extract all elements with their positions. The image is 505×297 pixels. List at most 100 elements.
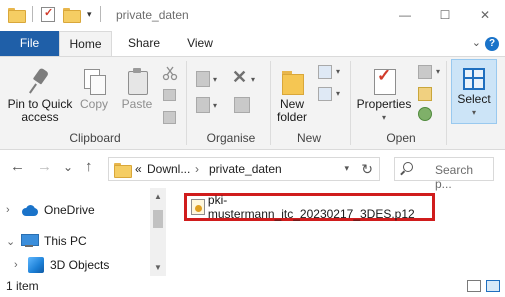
divider xyxy=(446,61,447,145)
properties-icon xyxy=(371,67,397,95)
easy-access-icon[interactable] xyxy=(318,87,332,101)
new-group-label: New xyxy=(296,131,321,145)
breadcrumb-private-daten[interactable]: private_daten xyxy=(209,162,282,176)
scroll-up-icon[interactable]: ▲ xyxy=(154,192,162,201)
properties-label: Properties xyxy=(356,97,412,111)
copy-button[interactable]: Copy xyxy=(76,67,112,111)
help-icon[interactable]: ? xyxy=(485,37,499,51)
address-dropdown-chevron-icon[interactable]: ▾ xyxy=(344,163,349,174)
select-label: Select xyxy=(457,92,491,106)
move-to-icon[interactable] xyxy=(196,71,210,87)
ribbon-tabs: File Home Share View ⌄ ? xyxy=(0,31,505,57)
details-view-icon[interactable] xyxy=(467,280,481,292)
divider xyxy=(186,61,187,145)
pc-icon xyxy=(20,234,39,248)
large-icons-view-icon[interactable] xyxy=(486,280,500,292)
properties-chevron-icon[interactable]: ▾ xyxy=(354,111,414,124)
folder-icon[interactable] xyxy=(8,7,26,23)
copy-label: Copy xyxy=(79,97,108,111)
item-count: 1 item xyxy=(6,279,39,293)
tree-item-label: 3D Objects xyxy=(50,258,110,272)
expand-chevron-icon[interactable]: ⌄ xyxy=(6,235,20,248)
recent-locations-chevron-icon[interactable]: ⌄ xyxy=(63,160,73,174)
expand-chevron-icon[interactable]: › xyxy=(6,204,20,216)
properties-icon[interactable] xyxy=(41,6,55,22)
navigation-bar: ← → ⌄ ↑ « Downl... › private_daten ▾ ↻ S… xyxy=(0,150,505,191)
new-item-chevron-icon[interactable]: ▾ xyxy=(336,67,340,76)
file-name: pki-mustermann_itc_20230217_3DES.p12 xyxy=(207,193,415,221)
easy-access-chevron-icon[interactable]: ▾ xyxy=(336,89,340,98)
expand-ribbon-chevron-icon[interactable]: ⌄ xyxy=(472,36,481,49)
new-folder-icon[interactable] xyxy=(63,7,81,23)
tab-home[interactable]: Home xyxy=(59,31,112,57)
select-chevron-icon: ▾ xyxy=(471,108,476,117)
tree-item-3d-objects[interactable]: › 3D Objects xyxy=(14,255,109,275)
tree-item-this-pc[interactable]: ⌄ This PC xyxy=(6,231,87,251)
folder-icon xyxy=(114,163,132,178)
tree-item-onedrive[interactable]: › OneDrive xyxy=(6,200,95,220)
copy-to-chevron-icon[interactable]: ▾ xyxy=(213,101,217,110)
clipboard-group-label: Clipboard xyxy=(69,131,121,145)
certificate-icon xyxy=(191,199,205,215)
select-button-inner: Select ▾ xyxy=(451,68,497,119)
pin-icon xyxy=(27,67,53,95)
cut-icon[interactable] xyxy=(162,65,178,81)
tab-view[interactable]: View xyxy=(174,31,226,56)
status-bar: 1 item xyxy=(0,276,505,297)
properties-button[interactable]: Properties ▾ xyxy=(354,67,414,124)
tree-item-label: OneDrive xyxy=(44,203,95,217)
pin-label: Pin to Quick access xyxy=(7,97,73,124)
new-item-icon[interactable] xyxy=(318,65,332,79)
organise-group-label: Organise xyxy=(206,131,256,145)
refresh-icon[interactable]: ↻ xyxy=(361,161,373,178)
copy-path-icon[interactable] xyxy=(163,89,176,101)
pin-to-quick-access-button[interactable]: Pin to Quick access xyxy=(4,67,76,124)
paste-icon xyxy=(125,67,149,95)
paste-shortcut-icon[interactable] xyxy=(163,111,176,124)
quick-access-toolbar: ▾ xyxy=(8,6,101,23)
open-group-label: Open xyxy=(386,131,416,145)
new-folder-icon xyxy=(280,67,304,95)
navigation-pane: › OneDrive ⌄ This PC › 3D Objects xyxy=(0,186,166,276)
cloud-icon xyxy=(20,204,38,216)
open-chevron-icon[interactable]: ▾ xyxy=(436,67,440,76)
tree-item-label: This PC xyxy=(44,234,87,248)
paste-label: Paste xyxy=(121,97,153,111)
scroll-down-icon[interactable]: ▼ xyxy=(154,263,162,272)
maximize-button[interactable]: ☐ xyxy=(425,0,465,30)
rename-icon[interactable] xyxy=(234,97,250,113)
search-input[interactable]: Search p... xyxy=(394,157,494,191)
copy-to-icon[interactable] xyxy=(196,97,210,113)
edit-icon[interactable] xyxy=(418,87,432,101)
window-controls: — ☐ ✕ xyxy=(385,0,505,30)
customize-qat-chevron-icon[interactable]: ▾ xyxy=(87,9,92,20)
open-icon[interactable] xyxy=(418,65,432,79)
forward-button[interactable]: → xyxy=(37,158,52,175)
file-list: pki-mustermann_itc_20230217_3DES.p12 xyxy=(170,186,505,276)
delete-icon[interactable]: ✕ xyxy=(232,67,248,87)
address-bar[interactable]: « Downl... › private_daten ▾ ↻ xyxy=(108,157,380,181)
close-button[interactable]: ✕ xyxy=(465,0,505,30)
ribbon: Pin to Quick access Copy Paste Clipboard… xyxy=(0,56,505,150)
history-icon[interactable] xyxy=(418,107,432,121)
navigation-scrollbar[interactable]: ▲ ▼ xyxy=(150,188,166,276)
back-button[interactable]: ← xyxy=(10,158,25,175)
new-folder-button[interactable]: New folder xyxy=(274,67,310,124)
move-to-chevron-icon[interactable]: ▾ xyxy=(213,75,217,84)
delete-chevron-icon[interactable]: ▾ xyxy=(251,75,255,84)
list-item[interactable]: pki-mustermann_itc_20230217_3DES.p12 xyxy=(184,193,435,221)
expand-chevron-icon[interactable]: › xyxy=(14,259,28,271)
scrollbar-thumb[interactable] xyxy=(153,210,163,228)
divider xyxy=(270,61,271,145)
minimize-button[interactable]: — xyxy=(385,0,425,30)
tab-file[interactable]: File xyxy=(0,31,59,56)
divider xyxy=(350,61,351,145)
breadcrumb-downloads[interactable]: Downl... xyxy=(147,162,190,176)
breadcrumb-overflow[interactable]: « xyxy=(135,162,142,176)
divider xyxy=(32,6,33,22)
tab-share[interactable]: Share xyxy=(119,31,169,56)
up-button[interactable]: ↑ xyxy=(85,158,93,175)
copy-icon xyxy=(82,67,106,95)
select-button[interactable]: Select ▾ xyxy=(451,59,497,124)
paste-button[interactable]: Paste xyxy=(118,67,156,111)
